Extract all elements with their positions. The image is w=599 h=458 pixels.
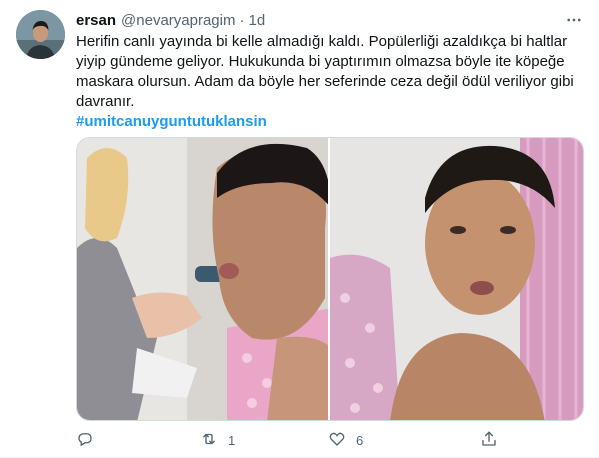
more-dots-icon[interactable] bbox=[563, 9, 585, 31]
media-grid[interactable] bbox=[76, 137, 584, 421]
media-photo-right[interactable] bbox=[330, 138, 583, 420]
tweet-text-container: Herifin canlı yayında bi kelle almadığı … bbox=[76, 32, 586, 132]
separator-dot: · bbox=[239, 11, 245, 29]
author-handle[interactable]: @nevaryapragim bbox=[121, 12, 235, 29]
heart-icon bbox=[328, 430, 346, 451]
like-button[interactable]: 6 bbox=[328, 428, 363, 452]
tweet-text: Herifin canlı yayında bi kelle almadığı … bbox=[76, 33, 574, 110]
media-photo-left[interactable] bbox=[77, 138, 330, 420]
author-name[interactable]: ersan bbox=[76, 12, 116, 29]
reply-icon bbox=[76, 430, 94, 451]
share-icon bbox=[480, 430, 498, 451]
action-bar: 1 6 bbox=[76, 428, 526, 452]
hashtag-link[interactable]: #umitcanuyguntutuklansin bbox=[76, 112, 586, 132]
reply-button[interactable] bbox=[76, 428, 104, 452]
retweet-button[interactable]: 1 bbox=[200, 428, 235, 452]
tweet-header: ersan @nevaryapragim · 1d bbox=[76, 10, 265, 30]
avatar[interactable] bbox=[16, 10, 65, 59]
retweet-icon bbox=[200, 430, 218, 451]
like-count: 6 bbox=[356, 432, 364, 448]
retweet-count: 1 bbox=[228, 432, 236, 448]
avatar-image bbox=[16, 10, 65, 59]
tweet[interactable]: ersan @nevaryapragim · 1d Herifin canlı … bbox=[0, 0, 599, 458]
tweet-time[interactable]: 1d bbox=[248, 12, 265, 29]
share-button[interactable] bbox=[480, 428, 498, 452]
